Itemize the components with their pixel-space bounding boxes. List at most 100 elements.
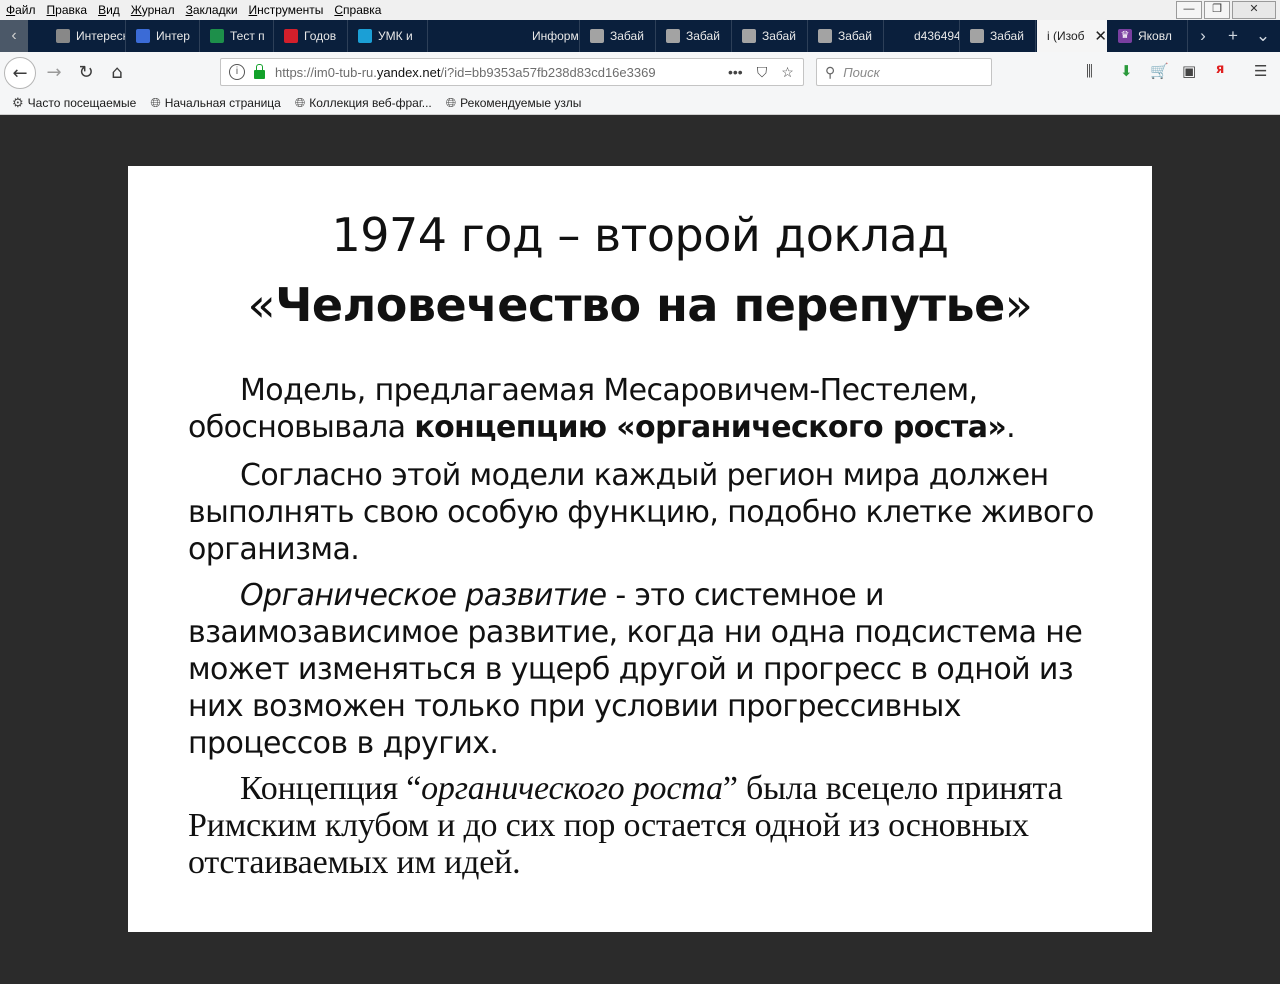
tab-label: Забай	[686, 29, 720, 43]
window-controls: — ❐ ✕	[1176, 1, 1276, 19]
navigation-bar: ← → ↻ ⌂ i https://im0-tub-ru.yandex.net/…	[0, 52, 1280, 93]
reload-button[interactable]: ↻	[72, 58, 100, 86]
tab-label: i (Изоб	[1047, 29, 1085, 43]
tab-3[interactable]: Годов	[274, 20, 348, 52]
menu-history[interactable]: Журнал	[125, 0, 180, 20]
new-tab-button[interactable]: +	[1218, 20, 1248, 52]
globe-icon: 🌐︎	[150, 95, 161, 110]
quote-close: »	[1004, 278, 1033, 332]
tab-label: Годов	[304, 29, 337, 43]
chevron-right-icon: ›	[1200, 26, 1206, 45]
favicon-icon	[512, 29, 526, 43]
tab-10[interactable]: d4364949-	[884, 20, 960, 52]
cart-icon[interactable]: 🛒	[1150, 62, 1169, 80]
gear-icon: ⚙	[12, 95, 24, 110]
bookmark-label: Рекомендуемые узлы	[460, 96, 582, 110]
tab-label: Забай	[990, 29, 1024, 43]
bookmark-web-slices[interactable]: 🌐︎ Коллекция веб-фраг...	[295, 95, 432, 111]
url-text[interactable]: https://im0-tub-ru.yandex.net/i?id=bb935…	[275, 65, 720, 80]
search-placeholder: Поиск	[843, 64, 880, 80]
back-button[interactable]: ←	[4, 57, 36, 89]
bookmark-label: Коллекция веб-фраг...	[309, 96, 432, 110]
search-bar[interactable]: ⚲ Поиск	[816, 58, 992, 86]
library-icon[interactable]: ⫼	[1086, 62, 1093, 80]
url-domain: yandex.net	[376, 64, 441, 80]
home-icon: ⌂	[111, 61, 123, 83]
tab-6[interactable]: Забай	[580, 20, 656, 52]
menu-file[interactable]: Файл	[0, 0, 41, 20]
tab-strip: ‹ Интересн Интер Тест п Годов УМК и Информа За…	[0, 20, 1280, 52]
url-bar[interactable]: i https://im0-tub-ru.yandex.net/i?id=bb9…	[220, 58, 804, 86]
tab-2[interactable]: Тест п	[200, 20, 274, 52]
tab-4[interactable]: УМК и	[348, 20, 428, 52]
globe-icon: 🌐︎	[294, 95, 306, 110]
restore-button[interactable]: ❐	[1204, 1, 1230, 19]
bookmark-most-visited[interactable]: ⚙ Часто посещаемые	[12, 95, 136, 111]
favicon-icon	[284, 29, 298, 43]
p4-italic: органического роста	[421, 770, 723, 807]
slide-title-line1: 1974 год – второй доклад	[331, 208, 949, 262]
menu-edit[interactable]: Правка	[41, 0, 93, 20]
paragraph-regions: Согласно этой модели каждый регион мира …	[188, 458, 1094, 567]
p3-italic: Органическое развитие	[240, 578, 607, 613]
tab-5[interactable]: Информа	[502, 20, 580, 52]
lock-icon	[254, 63, 265, 79]
menu-help[interactable]: Справка	[328, 0, 386, 20]
tab-label: d4364949-	[914, 29, 959, 43]
tab-1[interactable]: Интер	[126, 20, 200, 52]
all-tabs-button[interactable]: ⌄	[1248, 20, 1278, 52]
menu-view[interactable]: Вид	[92, 0, 125, 20]
tab-7[interactable]: Забай	[656, 20, 732, 52]
bookmark-home-page[interactable]: 🌐︎ Начальная страница	[150, 95, 281, 111]
menu-tools[interactable]: Инструменты	[243, 0, 329, 20]
tab-active[interactable]: i (Изоб ✕	[1037, 20, 1107, 52]
p1-end: .	[1006, 410, 1016, 445]
bookmark-star-icon[interactable]: ☆	[781, 64, 794, 81]
bookmark-suggested-sites[interactable]: 🌐︎ Рекомендуемые узлы	[446, 95, 582, 111]
tab-label: УМК и	[378, 29, 413, 43]
tab-last[interactable]: ♛ Яковл	[1108, 20, 1188, 52]
home-button[interactable]: ⌂	[103, 58, 131, 86]
favicon-icon	[590, 29, 604, 43]
favicon-icon	[742, 29, 756, 43]
close-tab-icon[interactable]: ✕	[1094, 27, 1107, 45]
forward-button[interactable]: →	[40, 58, 68, 86]
tab-9[interactable]: Забай	[808, 20, 884, 52]
p1-bold: концепцию «органического роста»	[414, 410, 1007, 445]
url-actions: ••• ⛉ ☆	[728, 64, 794, 81]
tab-11[interactable]: Забай	[960, 20, 1036, 52]
favicon-icon	[358, 29, 372, 43]
favicon-icon	[56, 29, 70, 43]
favicon-icon	[894, 29, 908, 43]
tab-scroll-left-button[interactable]: ‹	[0, 20, 28, 52]
tab-label: Яковл	[1138, 29, 1172, 43]
favicon-icon: ♛	[1118, 29, 1132, 43]
bookmark-label: Часто посещаемые	[27, 96, 137, 110]
close-window-button[interactable]: ✕	[1232, 1, 1276, 19]
sidebar-icon[interactable]: ▣	[1182, 62, 1196, 80]
tab-8[interactable]: Забай	[732, 20, 808, 52]
tab-label: Забай	[610, 29, 644, 43]
favicon-icon	[818, 29, 832, 43]
bookmarks-bar: ⚙ Часто посещаемые 🌐︎ Начальная страница…	[0, 92, 1280, 115]
info-icon[interactable]: i	[229, 64, 245, 80]
tab-label: Тест п	[230, 29, 265, 43]
tab-label: Интересн	[76, 29, 125, 43]
download-icon[interactable]: ⬇	[1120, 62, 1133, 80]
url-rest: /i?id=bb9353a57fb238d83cd16e3369	[440, 64, 656, 80]
slide-image[interactable]: 1974 год – второй доклад «Человечество н…	[128, 166, 1152, 932]
hamburger-menu-icon[interactable]: ☰	[1254, 62, 1267, 80]
tab-0[interactable]: Интересн	[46, 20, 126, 52]
image-viewer: 1974 год – второй доклад «Человечество н…	[0, 115, 1280, 984]
chevron-down-icon: ⌄	[1255, 26, 1271, 45]
search-icon: ⚲	[825, 63, 836, 80]
yandex-icon[interactable]: я	[1216, 62, 1224, 77]
tab-label: Информа	[532, 29, 579, 43]
menu-bookmarks[interactable]: Закладки	[180, 0, 243, 20]
tab-scroll-right-button[interactable]: ›	[1188, 20, 1218, 52]
minimize-button[interactable]: —	[1176, 1, 1202, 19]
more-actions-icon[interactable]: •••	[728, 64, 743, 81]
p4-start: Концепция “	[240, 770, 422, 807]
chevron-left-icon: ‹	[11, 27, 17, 44]
pocket-icon[interactable]: ⛉	[757, 64, 768, 81]
